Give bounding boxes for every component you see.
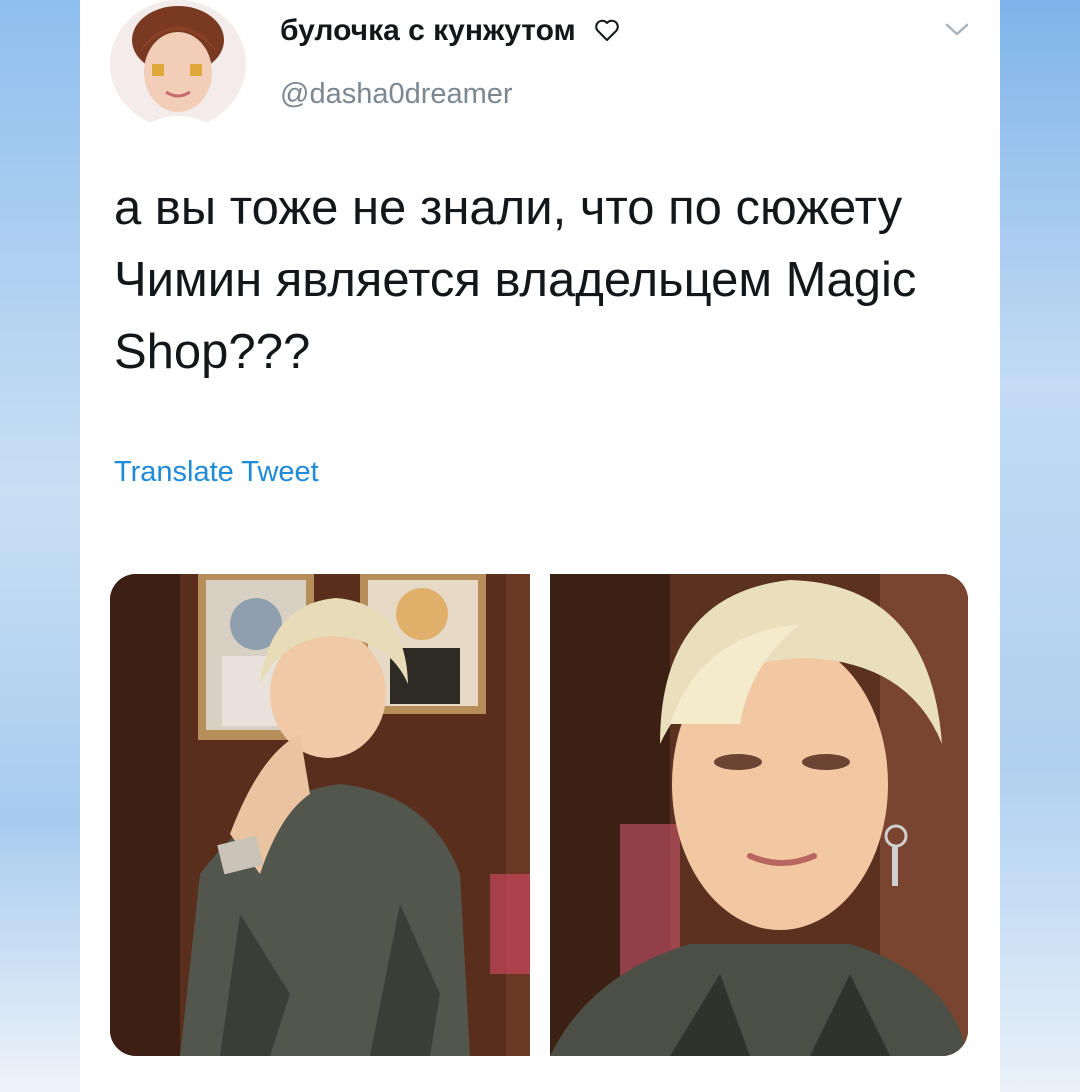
tweet-photo-2[interactable]	[550, 574, 968, 1056]
tweet-text: а вы тоже не знали, что по сюжету Чимин …	[114, 181, 917, 379]
tweet-card: булочка с кунжутом @dasha0dreamer а вы т…	[80, 0, 1000, 1092]
background-right	[1000, 0, 1080, 1092]
display-name[interactable]: булочка с кунжутом	[280, 14, 620, 48]
avatar[interactable]	[110, 0, 246, 128]
tweet-photo-1[interactable]	[110, 574, 530, 1056]
display-name-text: булочка с кунжутом	[280, 14, 576, 47]
chevron-down-icon[interactable]	[944, 22, 970, 38]
translate-tweet-link[interactable]: Translate Tweet	[114, 456, 319, 489]
heart-outline-icon	[595, 19, 619, 41]
background-left	[0, 0, 80, 1092]
user-handle[interactable]: @dasha0dreamer	[280, 78, 513, 111]
